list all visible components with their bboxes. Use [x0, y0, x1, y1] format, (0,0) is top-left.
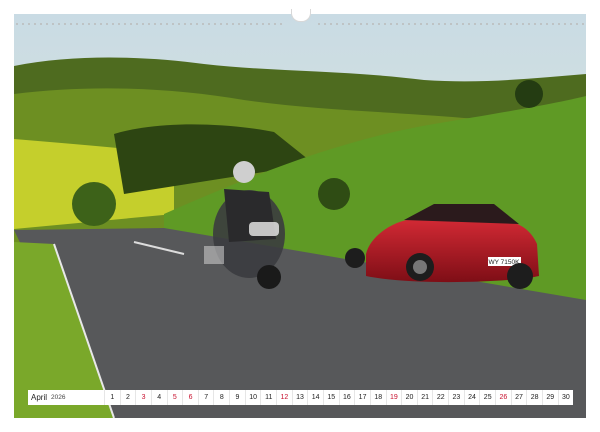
- calendar-strip: April 2026 1 2 3 4 5 6 7 8 9 10 11 12 13…: [28, 390, 574, 405]
- calendar-day: 30: [557, 390, 574, 405]
- calendar-day: 14: [307, 390, 323, 405]
- calendar-day: 4: [150, 390, 167, 405]
- calendar-day: 11: [260, 390, 277, 405]
- calendar-day: 18: [369, 390, 386, 405]
- calendar-day: 29: [541, 390, 558, 405]
- calendar-day: 20: [401, 390, 417, 405]
- calendar-photo: WY 7150K: [14, 14, 586, 418]
- calendar-day: 24: [463, 390, 480, 405]
- calendar-day: 25: [479, 390, 496, 405]
- calendar-day: 10: [244, 390, 261, 405]
- calendar-day: 28: [526, 390, 542, 405]
- calendar-day: 7: [197, 390, 214, 405]
- calendar-day-holiday: 19: [385, 390, 402, 405]
- motorcycle-and-car-photo: WY 7150K: [14, 14, 586, 418]
- calendar-day: 15: [322, 390, 339, 405]
- calendar-day: 23: [448, 390, 464, 405]
- calendar-day-holiday: 5: [166, 390, 183, 405]
- calendar-day: 1: [104, 390, 120, 405]
- calendar-day-holiday: 3: [135, 390, 151, 405]
- calendar-day: 8: [213, 390, 230, 405]
- calendar-day-holiday: 26: [495, 390, 511, 405]
- calendar-day: 2: [119, 390, 136, 405]
- calendar-day: 22: [432, 390, 449, 405]
- calendar-day: 17: [354, 390, 370, 405]
- calendar-day: 21: [416, 390, 433, 405]
- calendar-day: 16: [338, 390, 355, 405]
- calendar-day: 27: [510, 390, 527, 405]
- month-label: April 2026: [28, 390, 104, 405]
- year-label: 2026: [51, 394, 66, 401]
- calendar-day-holiday: 12: [276, 390, 292, 405]
- month-name: April: [31, 393, 48, 402]
- calendar-day: 13: [291, 390, 308, 405]
- calendar-day-holiday: 6: [182, 390, 198, 405]
- calendar-day: 9: [229, 390, 245, 405]
